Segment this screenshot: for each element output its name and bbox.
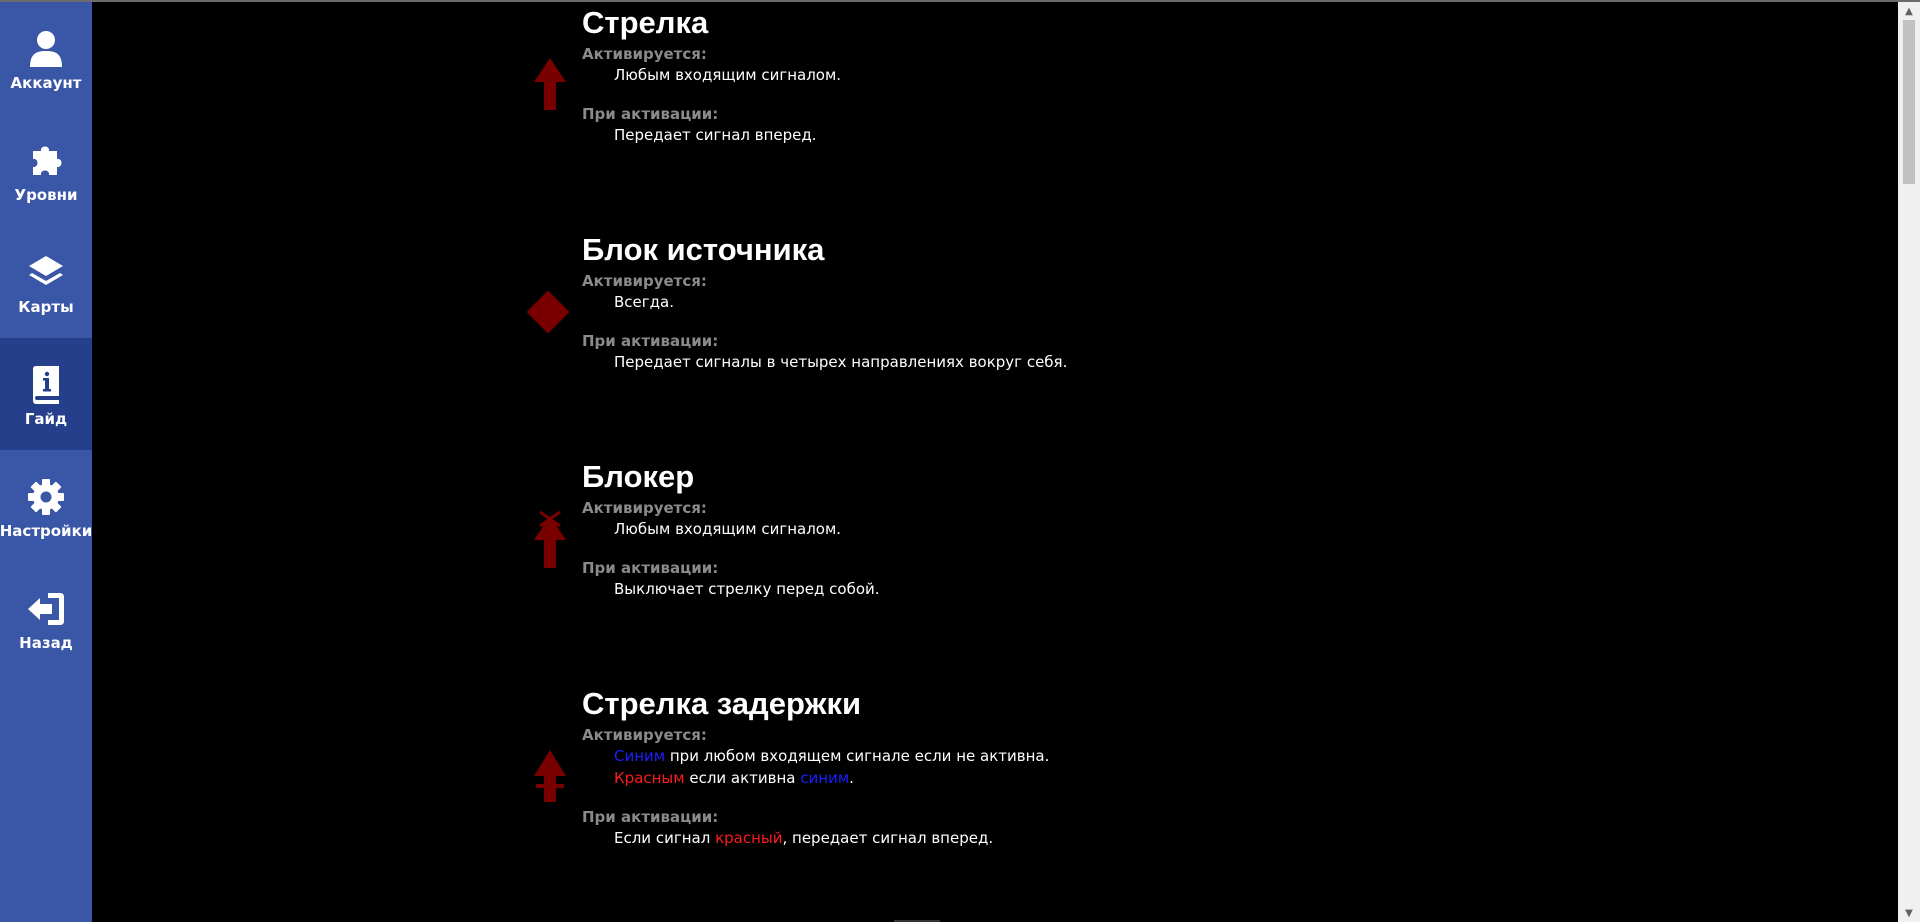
red-keyword: красный <box>715 829 783 847</box>
sidebar-item-label: Карты <box>18 298 74 316</box>
activates-label: Активируется: <box>582 499 707 517</box>
red-keyword: Красным <box>614 769 685 787</box>
scroll-up-arrow-icon[interactable]: ▲ <box>1898 2 1920 20</box>
on-activate-label: При активации: <box>582 332 719 350</box>
sidebar-item-guide[interactable]: Гайд <box>0 338 92 450</box>
layers-icon <box>26 252 66 294</box>
arrow-up-icon <box>534 58 566 110</box>
blue-keyword: Синим <box>614 747 666 765</box>
text-fragment: если активна <box>684 769 801 787</box>
delay-arrow-icon <box>534 750 566 802</box>
activates-label: Активируется: <box>582 272 707 290</box>
sidebar-item-back[interactable]: Назад <box>0 562 92 674</box>
activates-text: Всегда. <box>614 293 674 311</box>
entry-title: Стрелка задержки <box>582 686 862 721</box>
guide-entry-delay-arrow: Стрелка задержки Активируется: Синим при… <box>582 685 1282 849</box>
activates-text: Любым входящим сигналом. <box>614 520 842 538</box>
guide-entry-arrow: Стрелка Активируется: Любым входящим сиг… <box>582 4 1282 146</box>
on-activate-label: При активации: <box>582 105 719 123</box>
scroll-down-arrow-icon[interactable]: ▼ <box>1898 904 1920 922</box>
sidebar: Аккаунт Уровни Карты Гайд Настройки Наза… <box>0 2 92 922</box>
guide-entry-source-block: Блок источника Активируется: Всегда. При… <box>582 231 1282 373</box>
activates-label: Активируется: <box>582 726 707 744</box>
text-fragment: . <box>849 769 854 787</box>
vertical-scrollbar[interactable]: ▲ ▼ <box>1898 2 1920 922</box>
entry-title: Блок источника <box>582 232 825 267</box>
sidebar-item-levels[interactable]: Уровни <box>0 114 92 226</box>
user-icon <box>26 28 66 70</box>
on-activate-text: Передает сигнал вперед. <box>614 126 817 144</box>
diamond-icon <box>527 291 569 333</box>
sidebar-item-label: Аккаунт <box>10 74 82 92</box>
exit-icon <box>26 588 66 630</box>
activates-text: Любым входящим сигналом. <box>614 66 842 84</box>
blocker-arrow-icon <box>534 510 566 568</box>
text-fragment: при любом входящем сигнале если не актив… <box>665 747 1050 765</box>
on-activate-label: При активации: <box>582 808 719 826</box>
blue-keyword: синим <box>800 769 850 787</box>
sidebar-item-settings[interactable]: Настройки <box>0 450 92 562</box>
activates-label: Активируется: <box>582 45 707 63</box>
text-fragment: Если сигнал <box>614 829 716 847</box>
guide-book-icon <box>26 364 66 406</box>
activates-text-line2: Красным если активна синим. <box>614 767 1282 789</box>
sidebar-item-label: Уровни <box>14 186 78 204</box>
scrollbar-thumb[interactable] <box>1903 20 1915 184</box>
sidebar-item-account[interactable]: Аккаунт <box>0 2 92 114</box>
on-activate-text: Передает сигналы в четырех направлениях … <box>614 353 1068 371</box>
puzzle-icon <box>26 140 66 182</box>
entry-title: Стрелка <box>582 5 709 40</box>
entry-title: Блокер <box>582 459 695 494</box>
on-activate-text: Если сигнал красный, передает сигнал впе… <box>614 827 1282 849</box>
guide-content: Стрелка Активируется: Любым входящим сиг… <box>92 2 1898 922</box>
sidebar-item-maps[interactable]: Карты <box>0 226 92 338</box>
text-fragment: , передает сигнал вперед. <box>782 829 994 847</box>
sidebar-item-label: Гайд <box>24 410 68 428</box>
sidebar-item-label: Назад <box>19 634 73 652</box>
guide-entry-blocker: Блокер Активируется: Любым входящим сигн… <box>582 458 1282 600</box>
activates-text-line1: Синим при любом входящем сигнале если не… <box>614 745 1282 767</box>
on-activate-label: При активации: <box>582 559 719 577</box>
on-activate-text: Выключает стрелку перед собой. <box>614 580 880 598</box>
gear-icon <box>26 476 66 518</box>
sidebar-item-label: Настройки <box>0 522 93 540</box>
